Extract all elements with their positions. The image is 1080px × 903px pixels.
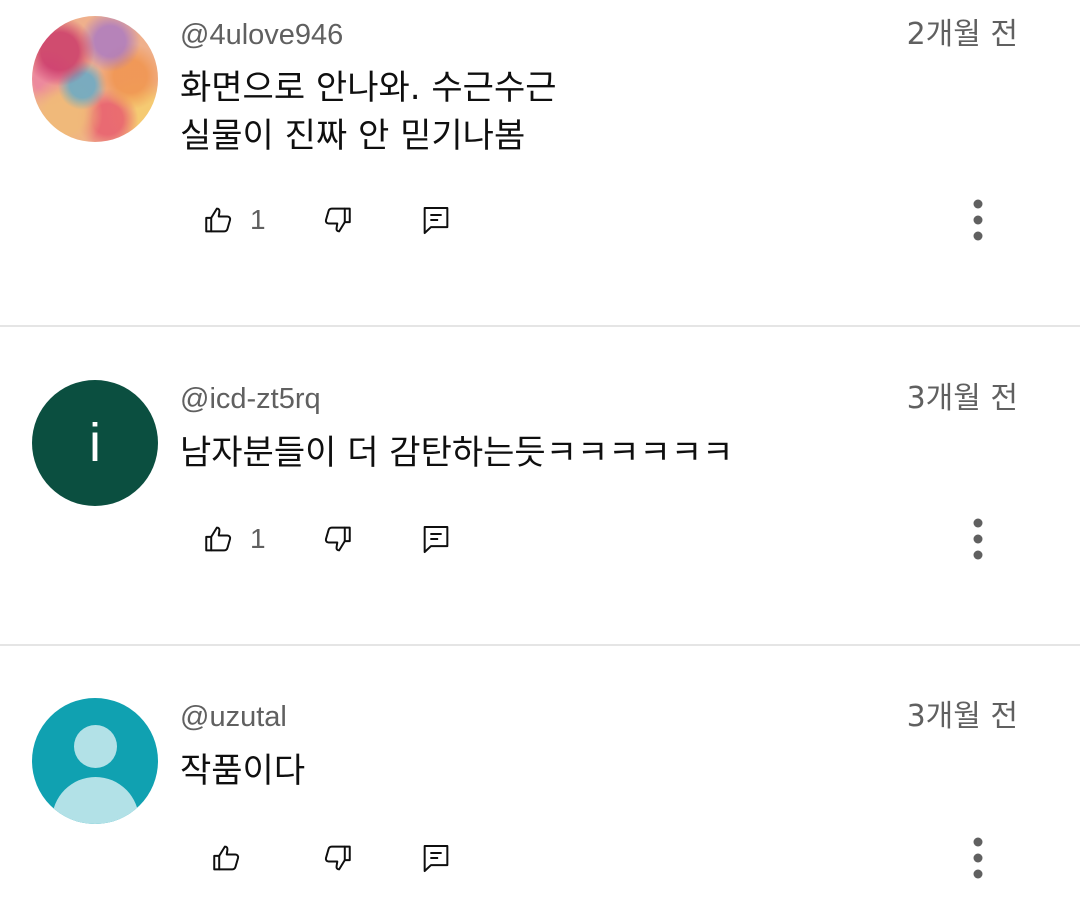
like-button[interactable] xyxy=(199,519,239,559)
thumbs-up-icon xyxy=(213,845,240,871)
dislike-button[interactable] xyxy=(317,200,357,240)
thumbs-down-icon xyxy=(324,207,351,233)
comment-timestamp: 3개월 전 xyxy=(906,699,1018,734)
more-vertical-icon xyxy=(973,837,983,879)
comment-author-handle[interactable]: @uzutal xyxy=(180,699,287,735)
reply-comment-icon xyxy=(423,206,449,235)
comment-text: 남자분들이 더 감탄하는듯ㅋㅋㅋㅋㅋㅋ xyxy=(180,429,733,477)
dislike-button[interactable] xyxy=(317,838,357,878)
divider xyxy=(0,325,1080,327)
comment-author-handle[interactable]: @icd-zt5rq xyxy=(180,381,321,417)
comment-author-handle[interactable]: @4ulove946 xyxy=(180,17,343,53)
reply-comment-icon xyxy=(423,525,449,554)
comment-actions: 1 xyxy=(0,519,1080,559)
more-options-button[interactable] xyxy=(958,515,998,563)
reply-button[interactable] xyxy=(416,838,456,878)
more-vertical-icon xyxy=(973,518,983,560)
reply-comment-icon xyxy=(423,844,449,873)
thumbs-down-icon xyxy=(324,526,351,552)
like-count: 1 xyxy=(250,204,266,235)
reply-button[interactable] xyxy=(416,200,456,240)
comment-text-line: 화면으로 안나와. 수근수근 xyxy=(180,68,557,108)
comment-text: 화면으로 안나와. 수근수근 실물이 진짜 안 믿기나봄 xyxy=(180,64,557,160)
comment-text: 작품이다 xyxy=(180,747,305,795)
comment-text-line: 남자분들이 더 감탄하는듯ㅋㅋㅋㅋㅋㅋ xyxy=(180,433,734,473)
comment-timestamp: 3개월 전 xyxy=(906,381,1018,416)
default-avatar-head xyxy=(74,725,117,768)
comment-timestamp: 2개월 전 xyxy=(906,17,1018,52)
avatar[interactable] xyxy=(32,16,158,142)
dislike-button[interactable] xyxy=(317,519,357,559)
avatar-letter: i xyxy=(89,413,101,473)
comment-text-line: 실물이 진짜 안 믿기나봄 xyxy=(180,116,526,156)
thumbs-up-icon xyxy=(205,526,232,552)
divider xyxy=(0,644,1080,646)
comment-actions xyxy=(0,838,1080,878)
comment-actions: 1 xyxy=(0,200,1080,240)
more-vertical-icon xyxy=(973,199,983,241)
thumbs-up-icon xyxy=(205,207,232,233)
comment-text-line: 작품이다 xyxy=(180,751,306,791)
more-options-button[interactable] xyxy=(958,834,998,882)
like-button[interactable] xyxy=(207,838,247,878)
thumbs-down-icon xyxy=(324,845,351,871)
more-options-button[interactable] xyxy=(958,196,998,244)
like-button[interactable] xyxy=(199,200,239,240)
avatar[interactable]: i xyxy=(32,380,158,506)
avatar[interactable] xyxy=(32,698,158,824)
reply-button[interactable] xyxy=(416,519,456,559)
default-avatar-body xyxy=(52,777,139,824)
like-count: 1 xyxy=(250,523,266,554)
